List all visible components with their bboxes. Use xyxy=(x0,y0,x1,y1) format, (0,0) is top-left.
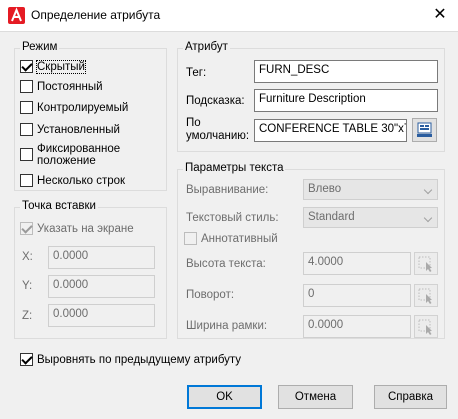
rotation-pick-button[interactable] xyxy=(414,284,438,307)
verify-checkbox[interactable]: Контролируемый xyxy=(20,101,128,114)
text-settings-legend: Параметры текста xyxy=(183,162,286,174)
constant-checkbox-label: Постоянный xyxy=(37,80,103,93)
constant-checkbox[interactable]: Постоянный xyxy=(20,80,103,93)
boundary-width-label: Ширина рамки: xyxy=(186,320,268,332)
ok-button[interactable]: OK xyxy=(187,385,262,409)
lock-position-checkbox[interactable]: Фиксированное положение xyxy=(20,143,120,167)
autocad-logo-icon xyxy=(8,7,25,24)
multiple-lines-checkbox-label: Несколько строк xyxy=(37,174,126,187)
text-height-label: Высота текста: xyxy=(186,258,266,270)
attribute-legend: Атрибут xyxy=(183,41,230,53)
multiple-lines-checkbox-box[interactable] xyxy=(20,174,33,187)
lock-position-label-line2: положение xyxy=(37,155,96,167)
preset-checkbox[interactable]: Установленный xyxy=(20,123,120,136)
text-height-input[interactable]: 4.0000 xyxy=(303,252,411,275)
y-input[interactable]: 0.0000 xyxy=(48,275,155,298)
x-label: X: xyxy=(22,251,33,263)
insert-field-button[interactable] xyxy=(412,118,437,142)
default-input[interactable]: CONFERENCE TABLE 30"x7. xyxy=(254,119,407,142)
tag-input[interactable]: FURN_DESC xyxy=(254,60,438,83)
boundary-width-input[interactable]: 0.0000 xyxy=(303,315,411,338)
align-below-previous-checkbox-box[interactable] xyxy=(20,353,33,366)
insertion-point-legend: Точка вставки xyxy=(20,200,98,212)
hidden-checkbox[interactable]: Скрытый xyxy=(20,59,86,74)
default-label-line2: умолчанию: xyxy=(186,130,250,142)
lock-position-checkbox-label: Фиксированное положение xyxy=(37,143,120,167)
annotative-checkbox[interactable]: Аннотативный xyxy=(184,232,278,245)
default-label-line1: По xyxy=(186,117,201,129)
justification-label: Выравнивание: xyxy=(186,184,269,196)
text-height-pick-button[interactable] xyxy=(414,252,438,275)
prompt-label: Подсказка: xyxy=(186,95,245,107)
chevron-down-icon xyxy=(423,185,433,195)
justification-value: Влево xyxy=(308,183,342,195)
pick-point-icon xyxy=(418,256,432,272)
multiple-lines-checkbox[interactable]: Несколько строк xyxy=(20,174,125,187)
specify-on-screen-checkbox[interactable]: Указать на экране xyxy=(20,222,134,235)
specify-on-screen-label: Указать на экране xyxy=(37,222,134,235)
lock-position-checkbox-box[interactable] xyxy=(20,148,33,161)
rotation-label: Поворот: xyxy=(186,289,235,301)
constant-checkbox-box[interactable] xyxy=(20,80,33,93)
specify-on-screen-checkbox-box[interactable] xyxy=(20,222,33,235)
default-label: По умолчанию: xyxy=(186,117,249,143)
text-style-value: Standard xyxy=(308,211,355,223)
hidden-checkbox-box[interactable] xyxy=(20,60,33,73)
x-input[interactable]: 0.0000 xyxy=(48,246,155,269)
boundary-width-pick-button[interactable] xyxy=(414,315,438,338)
align-below-previous-label: Выровнять по предыдущему атрибуту xyxy=(37,353,242,366)
title-bar: Определение атрибута ✕ xyxy=(0,0,458,31)
close-icon[interactable]: ✕ xyxy=(428,5,452,25)
rotation-input[interactable]: 0 xyxy=(303,284,411,307)
y-label: Y: xyxy=(22,280,33,292)
align-below-previous-checkbox[interactable]: Выровнять по предыдущему атрибуту xyxy=(20,353,241,366)
prompt-input[interactable]: Furniture Description xyxy=(254,89,438,112)
verify-checkbox-box[interactable] xyxy=(20,101,33,114)
preset-checkbox-box[interactable] xyxy=(20,123,33,136)
hidden-checkbox-label: Скрытый xyxy=(36,59,86,74)
verify-checkbox-label: Контролируемый xyxy=(37,101,129,114)
z-input[interactable]: 0.0000 xyxy=(48,304,155,327)
annotative-label: Аннотативный xyxy=(201,232,278,245)
text-style-label: Текстовый стиль: xyxy=(186,212,279,224)
z-label: Z: xyxy=(22,310,33,322)
chevron-down-icon xyxy=(423,213,433,223)
insert-field-icon xyxy=(417,122,432,137)
pick-point-icon xyxy=(418,319,432,335)
preset-checkbox-label: Установленный xyxy=(37,123,120,136)
window-title: Определение атрибута xyxy=(31,8,161,22)
help-button[interactable]: Справка xyxy=(374,385,447,409)
cancel-button[interactable]: Отмена xyxy=(278,385,353,409)
annotative-checkbox-box[interactable] xyxy=(184,232,197,245)
pick-point-icon xyxy=(418,288,432,304)
text-style-select[interactable]: Standard xyxy=(303,207,438,228)
justification-select[interactable]: Влево xyxy=(303,179,438,200)
mode-legend: Режим xyxy=(20,41,60,53)
tag-label: Тег: xyxy=(186,67,207,79)
lock-position-label-line1: Фиксированное xyxy=(37,143,121,155)
